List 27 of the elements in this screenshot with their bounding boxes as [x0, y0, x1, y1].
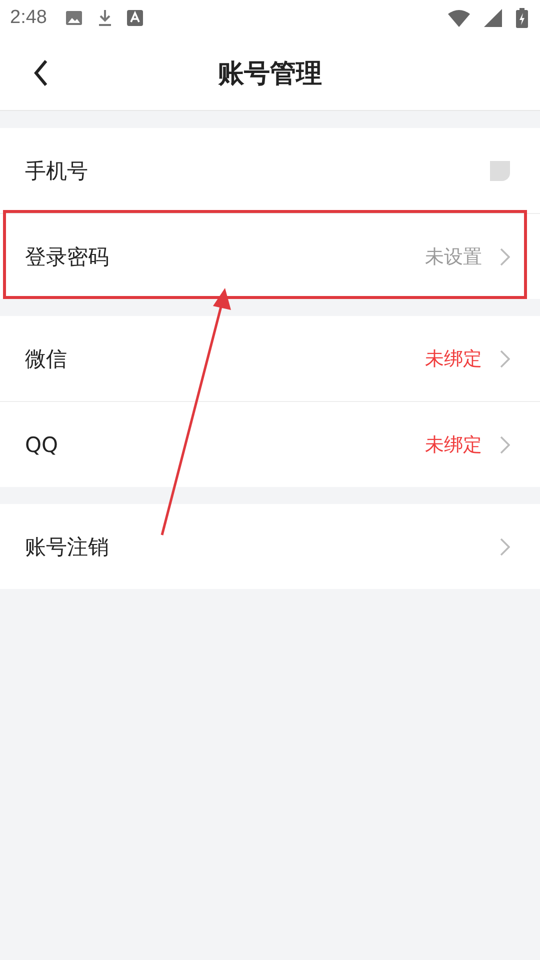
wifi-icon — [448, 9, 470, 27]
back-icon[interactable] — [33, 59, 49, 87]
redaction-block — [490, 160, 510, 180]
settings-row[interactable]: QQ 未绑定 — [0, 402, 540, 487]
font-icon — [126, 10, 143, 26]
chevron-icon — [500, 538, 510, 556]
page-title: 账号管理 — [218, 58, 322, 90]
chevron-icon — [500, 350, 510, 368]
image-icon — [64, 10, 83, 26]
settings-row[interactable]: 微信 未绑定 — [0, 316, 540, 402]
chevron-icon — [500, 436, 510, 454]
row-label: 账号注销 — [25, 534, 109, 560]
row-value: 未绑定 — [425, 346, 482, 372]
row-value: 未设置 — [425, 244, 482, 270]
settings-row[interactable]: 账号注销 — [0, 504, 540, 589]
download-icon — [96, 9, 113, 27]
settings-row[interactable]: 手机号 — [0, 128, 540, 214]
row-label: 登录密码 — [25, 244, 109, 270]
settings-row[interactable]: 登录密码 未设置 — [0, 214, 540, 299]
battery-icon — [516, 8, 528, 28]
status-time: 2:48 — [10, 7, 47, 29]
signal-icon — [484, 9, 502, 27]
row-label: 手机号 — [25, 158, 88, 184]
row-label: QQ — [25, 432, 58, 456]
row-label: 微信 — [25, 346, 67, 372]
row-value: 未绑定 — [425, 432, 482, 458]
chevron-icon — [500, 248, 510, 266]
